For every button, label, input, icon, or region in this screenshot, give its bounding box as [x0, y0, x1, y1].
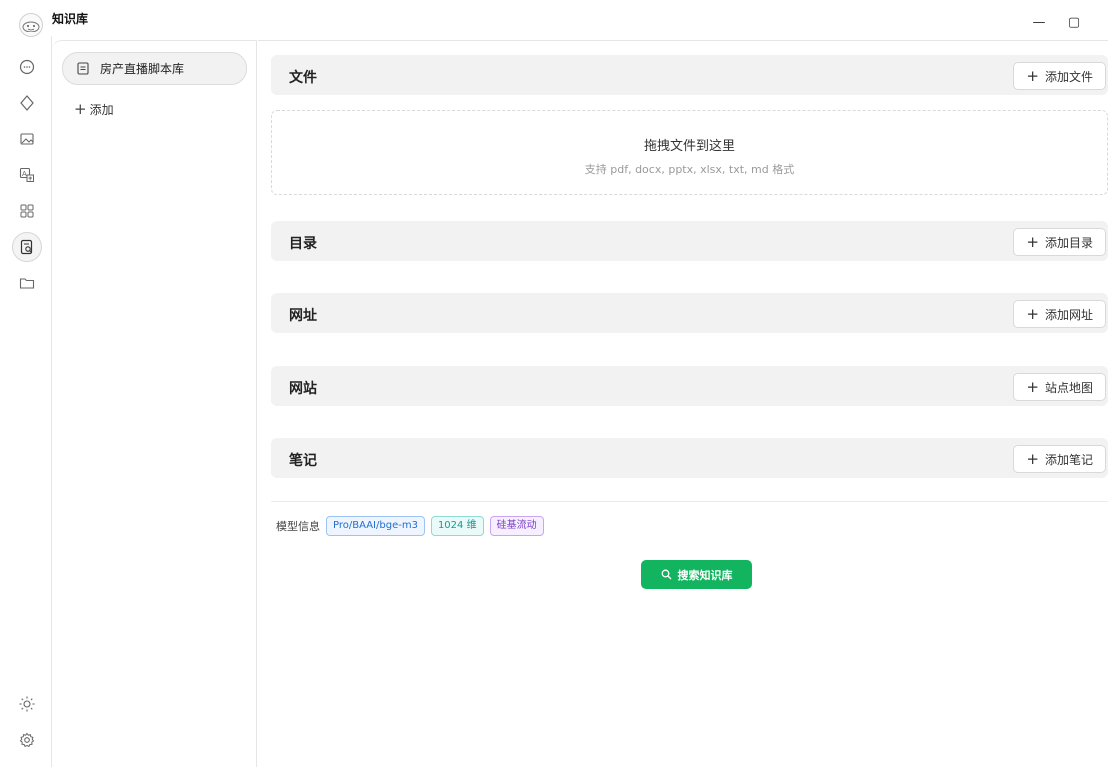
add-kb-button[interactable]: + 添加 [74, 101, 114, 118]
section-websites: 网站 + 站点地图 [271, 366, 1108, 406]
kb-list-item-label: 房产直播脚本库 [100, 62, 185, 76]
add-directory-button[interactable]: + 添加目录 [1013, 228, 1106, 256]
section-urls: 网址 + 添加网址 [271, 293, 1108, 333]
maximize-icon: ▢ [1067, 14, 1081, 30]
section-directories: 目录 + 添加目录 [271, 221, 1108, 261]
kb-list-item[interactable]: 房产直播脚本库 [62, 52, 247, 85]
dimension-tag: 1024 维 [430, 516, 484, 536]
add-note-label: 添加笔记 [1044, 452, 1093, 467]
document-icon [76, 62, 90, 76]
provider-tag: 硅基流动 [489, 516, 544, 536]
theme-sun-icon[interactable] [16, 693, 38, 715]
section-notes: 笔记 + 添加笔记 [271, 438, 1108, 478]
search-knowledge-base-button[interactable]: 搜索知识库 [641, 560, 752, 589]
plus-icon: + [1026, 449, 1039, 468]
add-kb-label: 添加 [89, 103, 114, 117]
app-avatar[interactable] [19, 13, 43, 37]
knowledge-base-list: 房产直播脚本库 + 添加 [52, 40, 257, 767]
plus-icon: + [1026, 377, 1039, 396]
section-title: 网址 [289, 308, 317, 324]
sitemap-button[interactable]: + 站点地图 [1013, 373, 1106, 401]
dropzone-hint: 支持 pdf, docx, pptx, xlsx, txt, md 格式 [584, 163, 795, 176]
add-url-button[interactable]: + 添加网址 [1013, 300, 1106, 328]
model-name-tag: Pro/BAAI/bge-m3 [326, 516, 425, 536]
plus-icon: + [1026, 232, 1039, 251]
svg-text:A: A [22, 171, 27, 178]
plus-icon: + [1026, 66, 1039, 85]
plus-icon: + [1026, 304, 1039, 323]
model-info: 模型信息 Pro/BAAI/bge-m3 1024 维 硅基流动 [276, 516, 544, 536]
sitemap-label: 站点地图 [1044, 380, 1093, 395]
add-note-button[interactable]: + 添加笔记 [1013, 445, 1106, 473]
add-file-label: 添加文件 [1044, 69, 1093, 84]
settings-gear-icon[interactable] [16, 729, 38, 751]
folder-icon[interactable] [16, 272, 38, 294]
minimize-button[interactable]: — [1025, 8, 1053, 36]
file-dropzone[interactable]: 拖拽文件到这里 支持 pdf, docx, pptx, xlsx, txt, m… [271, 110, 1108, 195]
section-title: 文件 [289, 70, 317, 86]
app-logo-icon [22, 21, 40, 32]
search-knowledge-base-label: 搜索知识库 [677, 568, 733, 582]
minimize-icon: — [1032, 14, 1046, 30]
title-bar: 知识库 — ▢ [0, 0, 1108, 37]
section-files: 文件 + 添加文件 [271, 55, 1108, 95]
translate-icon[interactable]: A [16, 164, 38, 186]
section-title: 网站 [289, 381, 317, 397]
chat-bubble-icon[interactable] [16, 56, 38, 78]
plus-icon: + [74, 100, 87, 118]
apps-grid-icon[interactable] [16, 200, 38, 222]
add-file-button[interactable]: + 添加文件 [1013, 62, 1106, 90]
add-url-label: 添加网址 [1044, 307, 1093, 322]
dropzone-title: 拖拽文件到这里 [643, 139, 735, 154]
search-icon [661, 569, 672, 580]
knowledge-search-icon[interactable] [12, 232, 42, 262]
model-info-label: 模型信息 [276, 520, 320, 533]
add-directory-label: 添加目录 [1044, 235, 1093, 250]
nav-rail: A [0, 36, 52, 767]
divider [271, 501, 1108, 502]
knowledge-base-detail: 文件 + 添加文件 拖拽文件到这里 支持 pdf, docx, pptx, xl… [258, 40, 1108, 767]
maximize-button[interactable]: ▢ [1060, 8, 1088, 36]
window-title: 知识库 [52, 12, 89, 26]
section-title: 目录 [289, 236, 317, 252]
sparkle-icon[interactable] [16, 92, 38, 114]
image-icon[interactable] [16, 128, 38, 150]
section-title: 笔记 [289, 453, 317, 469]
